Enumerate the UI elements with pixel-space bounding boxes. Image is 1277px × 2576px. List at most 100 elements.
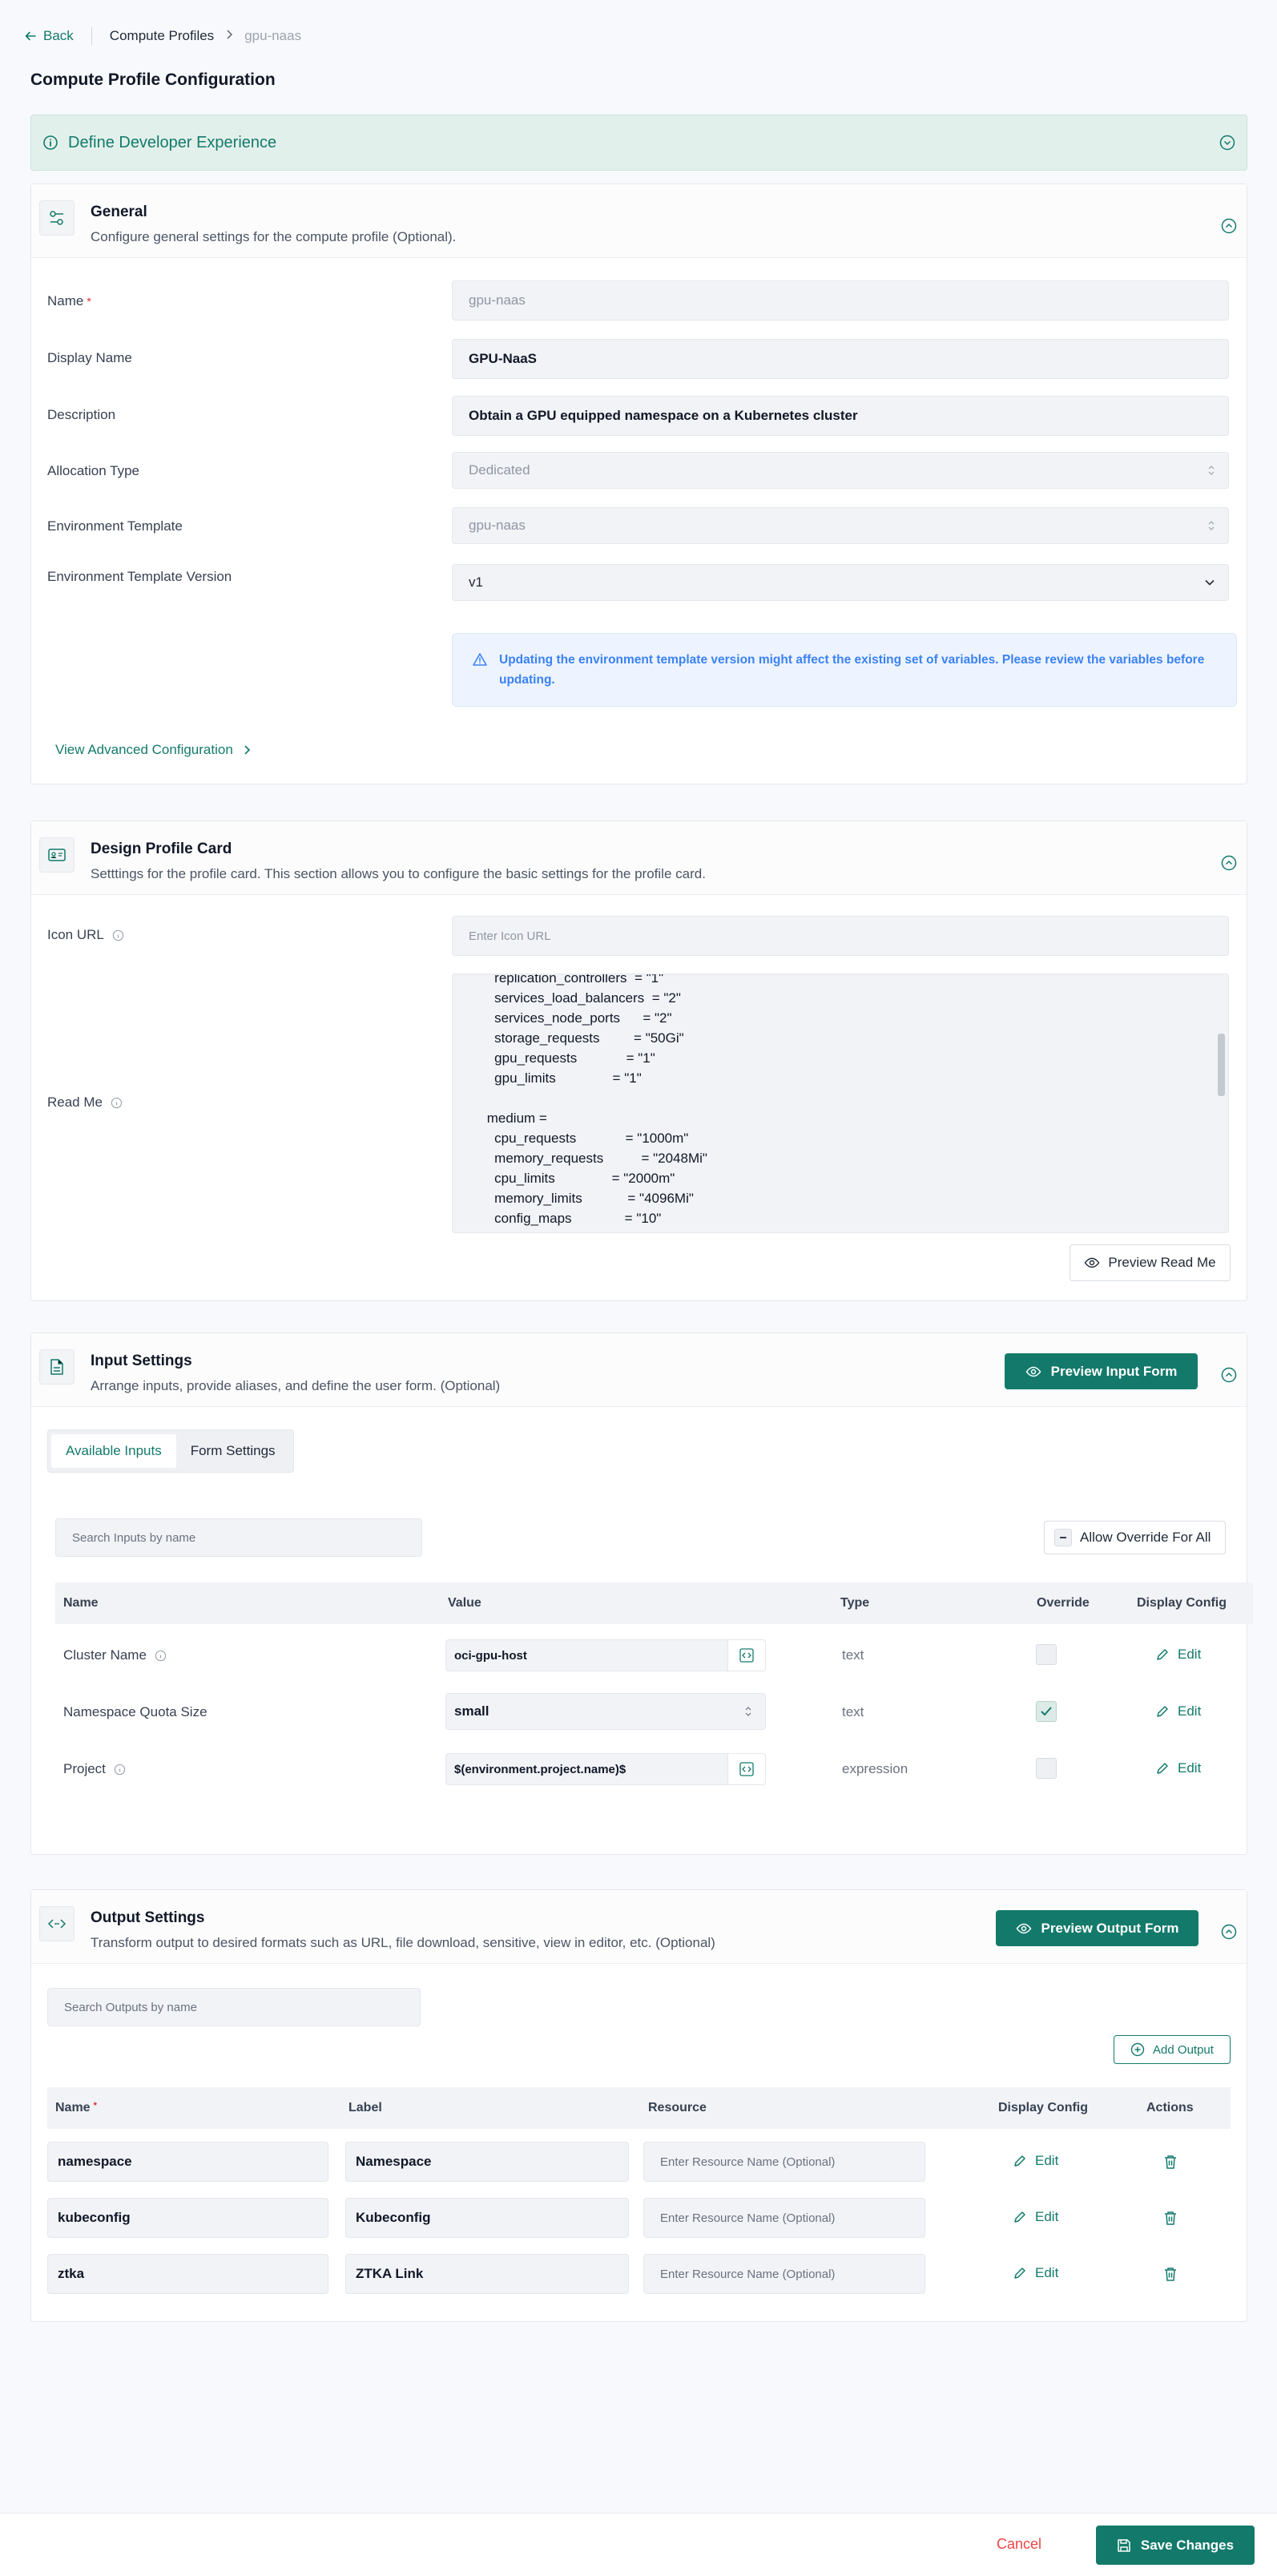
output-resource-kubeconfig[interactable]: Enter Resource Name (Optional) [643,2198,925,2238]
col-value: Value [448,1596,481,1610]
env-template-version-label: Environment Template Version [47,569,232,584]
preview-output-form-button[interactable]: Preview Output Form [996,1910,1198,1946]
preview-input-form-button[interactable]: Preview Input Form [1005,1353,1198,1389]
input-tabs: Available Inputs Form Settings [47,1429,294,1473]
transform-arrows-icon [39,1906,75,1941]
name-label: Name * [47,293,91,308]
input-settings-section: Input Settings Arrange inputs, provide a… [30,1332,1253,1855]
view-advanced-config-link[interactable]: View Advanced Configuration [55,742,251,758]
trash-icon[interactable] [1163,2266,1178,2282]
search-outputs-field[interactable]: Search Outputs by name [47,1988,421,2026]
breadcrumb: Back Compute Profiles gpu-naas [24,26,301,46]
back-label: Back [43,28,74,43]
col-name: Name * [55,2101,97,2114]
project-edit-link[interactable]: Edit [1155,1760,1201,1776]
preview-readme-button[interactable]: Preview Read Me [1070,1244,1231,1281]
warning-triangle-icon [473,653,487,666]
search-inputs-field[interactable]: Search Inputs by name [55,1518,422,1557]
back-link[interactable]: Back [24,28,74,44]
namespace-quota-type: text [842,1704,864,1719]
description-input[interactable]: Obtain a GPU equipped namespace on a Kub… [452,396,1229,436]
required-mark: * [87,295,91,308]
display-name-input[interactable]: GPU-NaaS [452,339,1229,379]
output-label-kubeconfig[interactable]: Kubeconfig [345,2198,629,2238]
chevron-down-icon [1205,579,1215,586]
allocation-type-label: Allocation Type [47,463,139,478]
output-label-namespace[interactable]: Namespace [345,2142,629,2182]
namespace-quota-edit-link[interactable]: Edit [1155,1703,1201,1719]
output-resource-ztka[interactable]: Enter Resource Name (Optional) [643,2254,925,2294]
name-input: gpu-naas [452,280,1229,320]
output-name-ztka[interactable]: ztka [47,2254,328,2294]
pencil-icon [1014,2155,1025,2167]
pencil-icon [1014,2211,1025,2223]
code-expression-icon[interactable] [727,1753,766,1785]
icon-url-label: Icon URL [47,927,124,943]
chevron-up-circle-icon[interactable] [1221,855,1237,871]
save-icon [1118,2538,1130,2552]
cluster-name-value-input[interactable]: oci-gpu-host [445,1639,766,1671]
trash-icon[interactable] [1163,2210,1178,2226]
pencil-icon [1014,2268,1025,2279]
output-settings-header[interactable]: Output Settings Transform output to desi… [31,1890,1247,1964]
tab-available-inputs[interactable]: Available Inputs [51,1434,176,1468]
namespace-quota-override-checkbox[interactable] [1036,1701,1057,1722]
description-label: Description [47,407,116,422]
plus-circle-icon [1130,2042,1145,2057]
chevron-up-circle-icon[interactable] [1221,1924,1237,1940]
info-icon [155,1650,167,1661]
id-card-icon [39,837,75,873]
code-expression-icon[interactable] [727,1639,766,1671]
output-ztka-edit-link[interactable]: Edit [1013,2265,1058,2281]
updown-chevron-icon [1208,521,1215,530]
add-output-button[interactable]: Add Output [1114,2035,1231,2064]
readme-textarea[interactable]: replication_controllers = "1" services_l… [452,974,1229,1233]
chevron-up-circle-icon[interactable] [1221,218,1237,234]
trash-icon[interactable] [1163,2154,1178,2170]
project-type: expression [842,1761,908,1776]
inputs-table-header: Name Value Type Override Display Config [55,1582,1253,1624]
breadcrumb-compute-profiles[interactable]: Compute Profiles [110,28,214,44]
minus-checkbox-icon [1054,1529,1072,1546]
icon-url-input[interactable]: Enter Icon URL [452,916,1229,956]
col-type: Type [840,1596,870,1610]
breadcrumb-divider [91,27,92,45]
output-settings-section: Output Settings Transform output to desi… [30,1889,1247,2322]
info-icon [111,1097,123,1108]
col-override: Override [1037,1596,1090,1610]
input-settings-header[interactable]: Input Settings Arrange inputs, provide a… [31,1333,1247,1407]
output-settings-title: Output Settings [91,1909,205,1926]
output-name-namespace[interactable]: namespace [47,2142,328,2182]
cluster-name-override-checkbox[interactable] [1036,1644,1057,1665]
updown-chevron-icon [1208,466,1215,475]
col-display-config: Display Config [998,2101,1089,2114]
project-override-checkbox[interactable] [1036,1758,1057,1779]
general-title: General [91,204,147,220]
design-header[interactable]: Design Profile Card Setttings for the pr… [31,821,1247,895]
project-value-input[interactable]: $(environment.project.name)$ [445,1753,766,1785]
cancel-button[interactable]: Cancel [997,2536,1041,2553]
warning-text: Updating the environment template versio… [499,653,1205,687]
allow-override-all-toggle[interactable]: Allow Override For All [1044,1521,1226,1554]
design-subtitle: Setttings for the profile card. This sec… [91,866,706,881]
chevron-up-circle-icon[interactable] [1221,1367,1237,1383]
save-changes-button[interactable]: Save Changes [1096,2526,1255,2565]
developer-experience-banner[interactable]: Define Developer Experience [30,115,1247,171]
cluster-name-edit-link[interactable]: Edit [1155,1647,1201,1663]
output-kubeconfig-edit-link[interactable]: Edit [1013,2209,1058,2225]
design-profile-section: Design Profile Card Setttings for the pr… [30,820,1247,1301]
output-namespace-edit-link[interactable]: Edit [1013,2153,1058,2169]
tab-form-settings[interactable]: Form Settings [176,1434,290,1468]
col-actions: Actions [1146,2101,1194,2114]
output-name-kubeconfig[interactable]: kubeconfig [47,2198,328,2238]
general-header[interactable]: General Configure general settings for t… [31,184,1247,258]
info-icon [112,929,124,941]
document-icon [39,1349,75,1385]
readme-scrollbar[interactable] [1218,1034,1225,1096]
output-resource-namespace[interactable]: Enter Resource Name (Optional) [643,2142,925,2182]
env-template-version-select[interactable]: v1 [452,564,1229,601]
namespace-quota-select[interactable]: small [445,1693,766,1730]
version-warning: Updating the environment template versio… [452,633,1237,707]
output-label-ztka[interactable]: ZTKA Link [345,2254,629,2294]
chevron-down-circle-icon[interactable] [1219,135,1235,151]
